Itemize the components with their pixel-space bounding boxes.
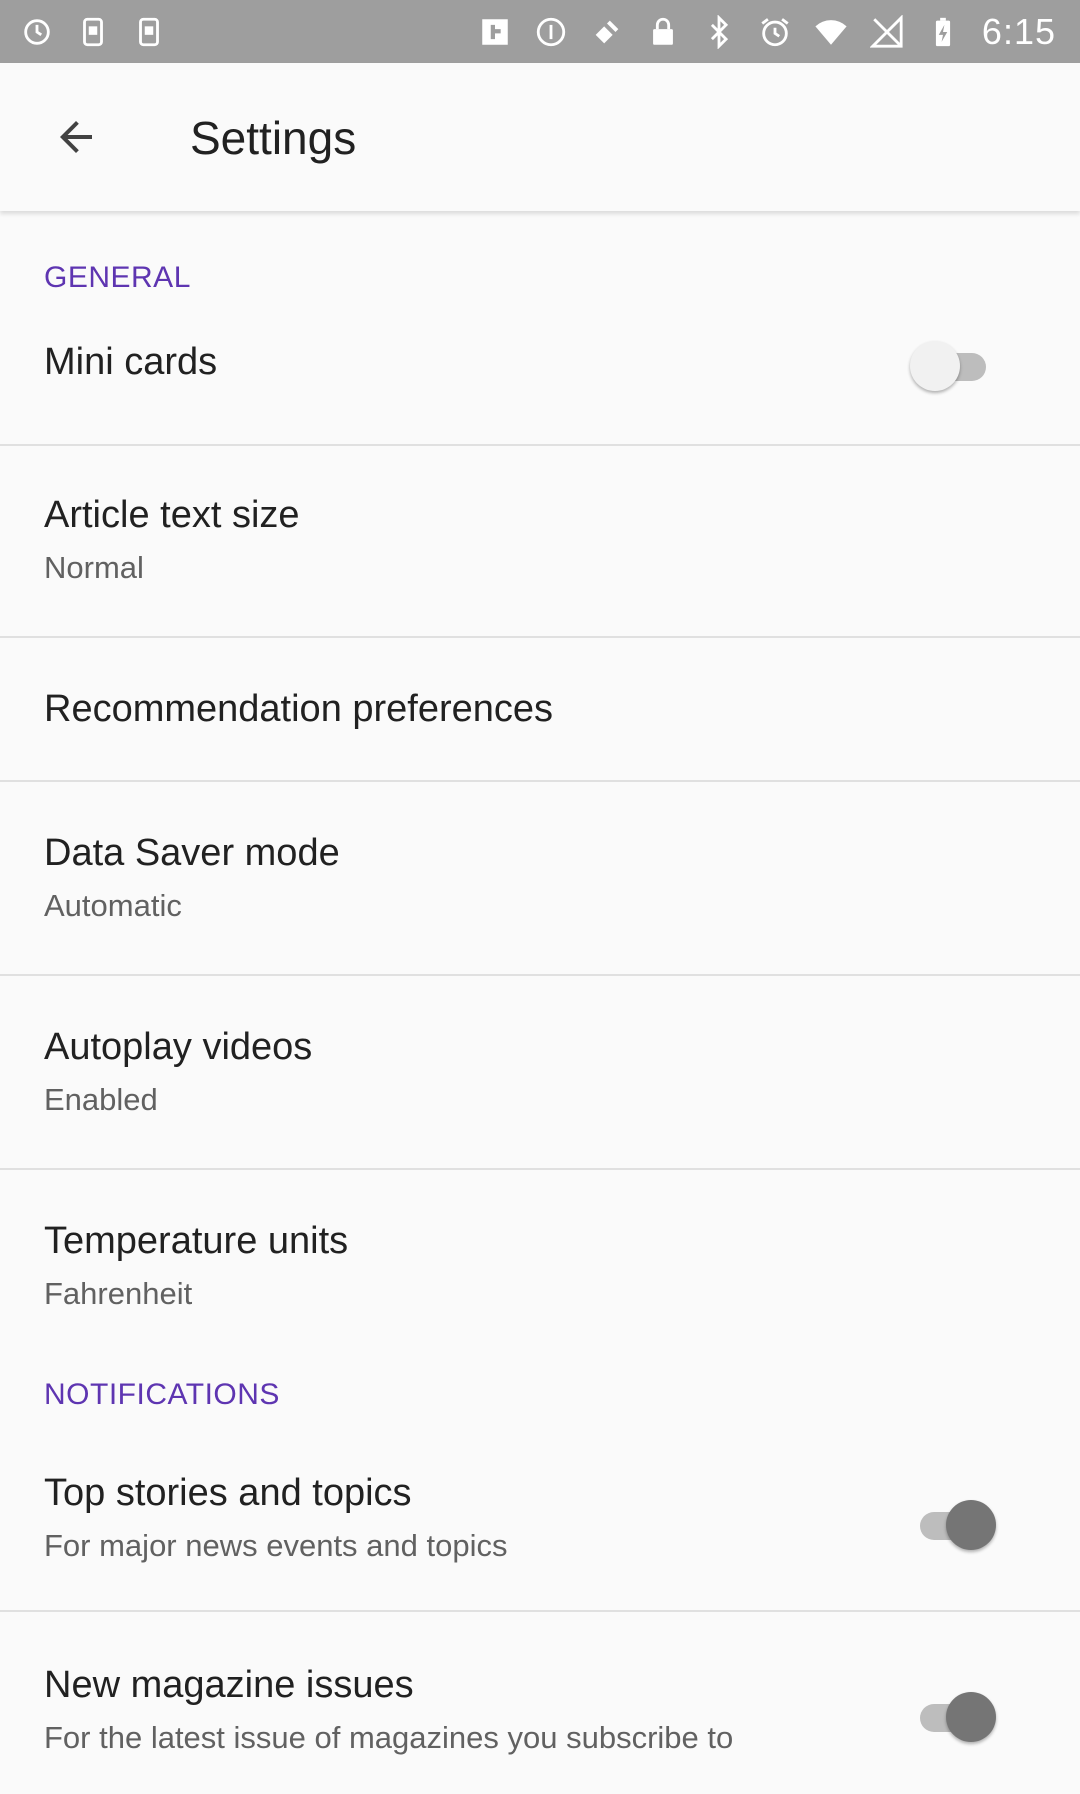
setting-title: Recommendation preferences [44, 688, 554, 730]
bluetooth-icon [702, 14, 736, 49]
wifi-icon [814, 15, 848, 49]
toolbar: Settings [0, 63, 1080, 211]
setting-summary: Enabled [44, 1082, 158, 1117]
setting-title: Temperature units [44, 1220, 349, 1262]
alarm-sync-icon [20, 15, 54, 49]
status-bar: 6:15 [0, 0, 1080, 63]
setting-title: Data Saver mode [44, 832, 340, 874]
lock-icon [646, 15, 680, 49]
setting-title: Autoplay videos [44, 1026, 313, 1068]
setting-top-stories[interactable]: Top stories and topics For major news ev… [0, 1418, 1080, 1612]
setting-article-text-size[interactable]: Article text size Normal [0, 446, 1080, 638]
top-stories-switch[interactable] [914, 1500, 996, 1550]
setting-summary: For the latest issue of magazines you su… [44, 1720, 734, 1755]
setting-title: New magazine issues [44, 1664, 414, 1706]
setting-summary: For major news events and topics [44, 1528, 508, 1563]
back-button[interactable] [44, 105, 108, 169]
setting-title: Mini cards [44, 341, 218, 383]
settings-screen: 6:15 Settings GENERAL Mini cards Article… [0, 0, 1080, 1794]
page-title: Settings [190, 112, 357, 164]
screenshot-icon [76, 15, 110, 49]
info-icon [534, 15, 568, 49]
magazine-issues-switch[interactable] [914, 1692, 996, 1742]
setting-summary: Automatic [44, 888, 182, 923]
setting-summary: Fahrenheit [44, 1276, 193, 1311]
arrow-back-icon [60, 121, 92, 153]
setting-magazine-issues[interactable]: New magazine issues For the latest issue… [0, 1612, 1080, 1772]
switch-thumb [946, 1500, 996, 1550]
satellite-icon [590, 15, 624, 49]
screenshot-icon [132, 15, 166, 49]
setting-title: Article text size [44, 494, 300, 536]
section-header-notifications: NOTIFICATIONS [44, 1378, 280, 1411]
flipboard-icon [478, 15, 512, 49]
status-bar-time: 6:15 [981, 10, 1056, 52]
status-bar-left [20, 0, 166, 63]
setting-summary: Normal [44, 550, 144, 585]
setting-temperature-units[interactable]: Temperature units Fahrenheit [0, 1170, 1080, 1358]
setting-recommendation-preferences[interactable]: Recommendation preferences [0, 638, 1080, 782]
setting-data-saver-mode[interactable]: Data Saver mode Automatic [0, 782, 1080, 976]
section-header-general: GENERAL [44, 261, 191, 294]
no-signal-icon [869, 14, 904, 49]
mini-cards-switch[interactable] [910, 341, 992, 391]
setting-mini-cards[interactable]: Mini cards [0, 291, 1080, 446]
switch-thumb [946, 1692, 996, 1742]
setting-autoplay-videos[interactable]: Autoplay videos Enabled [0, 976, 1080, 1170]
setting-title: Top stories and topics [44, 1472, 412, 1514]
settings-list: GENERAL Mini cards Article text size Nor… [0, 211, 1080, 1772]
battery-charging-icon [926, 15, 960, 49]
alarm-icon [758, 15, 792, 49]
switch-thumb [910, 341, 960, 391]
